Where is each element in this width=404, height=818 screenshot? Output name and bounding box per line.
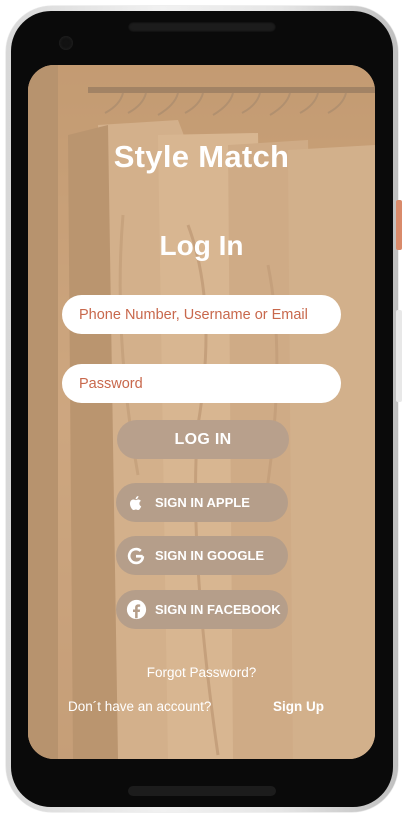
sign-in-google-button[interactable]: SIGN IN GOOGLE <box>116 536 288 575</box>
sign-in-apple-button[interactable]: SIGN IN APPLE <box>116 483 288 522</box>
forgot-password-link[interactable]: Forgot Password? <box>28 665 375 680</box>
bottom-speaker <box>128 786 276 796</box>
app-screen: Style Match Log In LOG IN SIGN IN APPLE … <box>28 65 375 759</box>
phone-device: Style Match Log In LOG IN SIGN IN APPLE … <box>0 0 404 818</box>
sign-up-link[interactable]: Sign Up <box>273 699 324 714</box>
power-button <box>396 200 402 250</box>
front-camera <box>59 36 73 50</box>
facebook-icon <box>125 599 147 621</box>
sign-in-facebook-label: SIGN IN FACEBOOK <box>155 602 281 617</box>
username-input[interactable] <box>62 295 341 334</box>
no-account-text: Don´t have an account? <box>68 699 212 714</box>
earpiece-speaker <box>128 22 276 32</box>
app-title: Style Match <box>113 139 290 174</box>
password-input[interactable] <box>62 364 341 403</box>
sign-in-facebook-button[interactable]: SIGN IN FACEBOOK <box>116 590 288 629</box>
sign-in-apple-label: SIGN IN APPLE <box>155 495 250 510</box>
volume-button <box>396 310 402 402</box>
login-button[interactable]: LOG IN <box>117 420 289 459</box>
google-icon <box>125 545 147 567</box>
page-heading: Log In <box>159 230 244 261</box>
apple-icon <box>125 492 147 514</box>
sign-in-google-label: SIGN IN GOOGLE <box>155 548 265 563</box>
